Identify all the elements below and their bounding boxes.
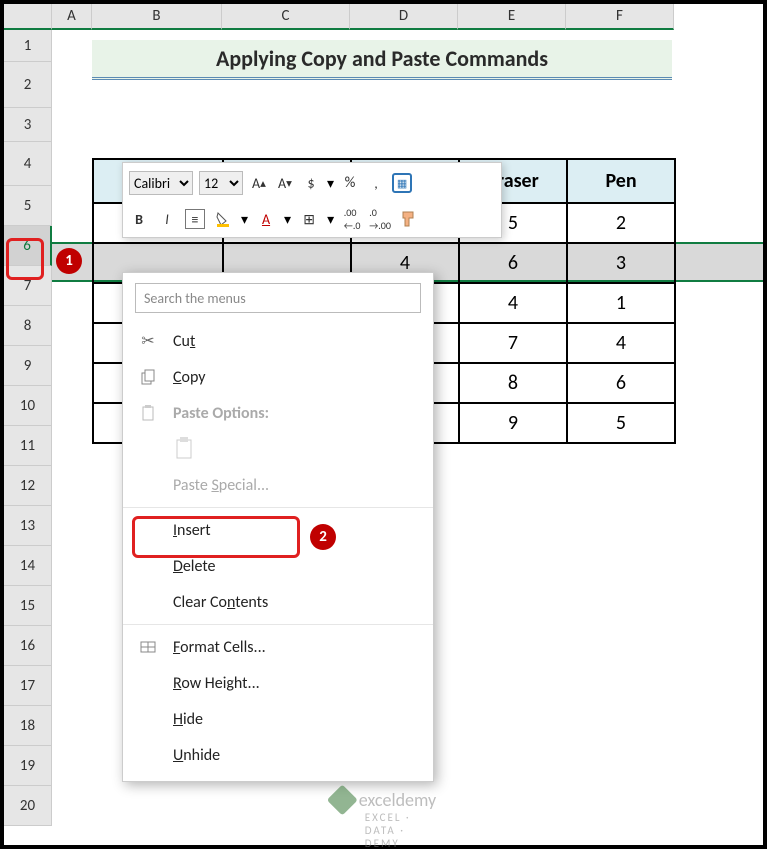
col-header-B[interactable]: B — [92, 4, 222, 30]
paste-icon — [137, 405, 159, 421]
menu-separator — [123, 624, 433, 625]
th-pen[interactable]: Pen — [567, 159, 675, 203]
menu-cut-label: Cut — [173, 332, 195, 351]
menu-hide[interactable]: Hide — [123, 701, 433, 737]
callout-number-1: 1 — [56, 248, 82, 274]
row-header-12[interactable]: 12 — [4, 466, 52, 506]
cell[interactable]: 4 — [459, 283, 567, 323]
row-header-14[interactable]: 14 — [4, 546, 52, 586]
row-header-5[interactable]: 5 — [4, 186, 52, 226]
row-header-1[interactable]: 1 — [4, 30, 52, 62]
cell[interactable]: 6 — [567, 363, 675, 403]
menu-copy[interactable]: Copy — [123, 359, 433, 395]
cell[interactable]: 7 — [459, 323, 567, 363]
increase-font-icon[interactable]: A▴ — [249, 173, 269, 193]
menu-format-label: Format Cells... — [173, 638, 266, 657]
cell[interactable]: 1 — [567, 283, 675, 323]
menu-paste-options: Paste Options: — [123, 395, 433, 431]
row-header-10[interactable]: 10 — [4, 386, 52, 426]
cell[interactable]: 9 — [459, 403, 567, 443]
select-all-corner[interactable] — [4, 4, 52, 30]
col-header-E[interactable]: E — [458, 4, 566, 30]
cell[interactable]: 3 — [567, 243, 675, 283]
menu-search-input[interactable]: Search the menus — [135, 283, 421, 313]
cell[interactable]: 6 — [459, 243, 567, 283]
cut-icon: ✂ — [137, 331, 159, 351]
comma-icon[interactable]: , — [366, 173, 386, 193]
cell[interactable]: 4 — [567, 323, 675, 363]
increase-decimal-icon[interactable]: .0→.00 — [370, 209, 390, 229]
clipboard-icon — [173, 436, 195, 462]
menu-row-height-label: Row Height... — [173, 674, 260, 693]
watermark-icon — [326, 784, 357, 815]
bold-button[interactable]: B — [129, 209, 149, 229]
cell[interactable]: 8 — [459, 363, 567, 403]
row-header-9[interactable]: 9 — [4, 346, 52, 386]
menu-cut[interactable]: ✂ Cut — [123, 323, 433, 359]
menu-paste-default — [123, 431, 433, 467]
column-header-row: A B C D E F — [4, 4, 763, 30]
callout-number-2: 2 — [310, 524, 336, 550]
menu-separator — [123, 507, 433, 508]
menu-row-height[interactable]: Row Height... — [123, 665, 433, 701]
menu-clear[interactable]: Clear Contents — [123, 584, 433, 620]
row-header-3[interactable]: 3 — [4, 108, 52, 142]
row-header-17[interactable]: 17 — [4, 666, 52, 706]
decrease-decimal-icon[interactable]: .00←.0 — [342, 209, 362, 229]
cell[interactable]: 2 — [567, 203, 675, 243]
copy-icon — [137, 369, 159, 385]
watermark-sub: EXCEL · DATA · DEMY — [365, 811, 436, 850]
fill-color-icon[interactable] — [213, 209, 233, 229]
format-cells-icon — [137, 639, 159, 655]
row-header-15[interactable]: 15 — [4, 586, 52, 626]
row-header-16[interactable]: 16 — [4, 626, 52, 666]
title-banner: Applying Copy and Paste Commands — [92, 40, 672, 80]
menu-copy-label: Copy — [173, 368, 206, 387]
borders-icon[interactable]: ⊞ — [299, 209, 319, 229]
col-header-C[interactable]: C — [222, 4, 350, 30]
col-header-D[interactable]: D — [350, 4, 458, 30]
align-center-icon[interactable]: ≡ — [185, 209, 205, 229]
format-painter-icon[interactable] — [398, 209, 418, 229]
menu-unhide-label: Unhide — [173, 746, 220, 765]
row-header-8[interactable]: 8 — [4, 306, 52, 346]
menu-hide-label: Hide — [173, 710, 203, 729]
cell[interactable]: 5 — [567, 403, 675, 443]
menu-paste-special: Paste Special... — [123, 467, 433, 503]
currency-icon[interactable]: $ — [301, 173, 321, 193]
decrease-font-icon[interactable]: A▾ — [275, 173, 295, 193]
menu-clear-label: Clear Contents — [173, 593, 268, 612]
callout-box-2 — [132, 516, 300, 558]
menu-paste-special-label: Paste Special... — [173, 476, 269, 495]
callout-box-1 — [6, 238, 44, 280]
row-header-11[interactable]: 11 — [4, 426, 52, 466]
row-header-19[interactable]: 19 — [4, 746, 52, 786]
row-header-col: 1 2 3 4 5 6 7 8 9 10 11 12 13 14 15 16 1… — [4, 30, 52, 826]
percent-icon[interactable]: % — [340, 173, 360, 193]
menu-unhide[interactable]: Unhide — [123, 737, 433, 773]
spreadsheet: A B C D E F 1 2 3 4 5 6 7 8 9 10 11 12 1… — [4, 4, 763, 845]
menu-format-cells[interactable]: Format Cells... — [123, 629, 433, 665]
col-header-F[interactable]: F — [566, 4, 674, 30]
row-header-18[interactable]: 18 — [4, 706, 52, 746]
row-header-4[interactable]: 4 — [4, 142, 52, 186]
font-name-select[interactable]: Calibri — [129, 171, 193, 195]
menu-paste-options-label: Paste Options: — [173, 404, 269, 423]
mini-toolbar: Calibri 12 A▴ A▾ $ ▾ % , ▦ B I ≡ ▾ A▾ ⊞▾… — [122, 162, 502, 238]
row-header-2[interactable]: 2 — [4, 62, 52, 108]
watermark-brand: exceldemy — [359, 789, 436, 811]
row-header-20[interactable]: 20 — [4, 786, 52, 826]
menu-delete-label: Delete — [173, 557, 216, 576]
italic-button[interactable]: I — [157, 209, 177, 229]
merge-icon[interactable]: ▦ — [392, 173, 412, 193]
font-color-icon[interactable]: A — [256, 209, 276, 229]
watermark: exceldemy EXCEL · DATA · DEMY — [331, 789, 436, 811]
row-header-13[interactable]: 13 — [4, 506, 52, 546]
font-size-select[interactable]: 12 — [199, 171, 243, 195]
col-header-A[interactable]: A — [52, 4, 92, 30]
